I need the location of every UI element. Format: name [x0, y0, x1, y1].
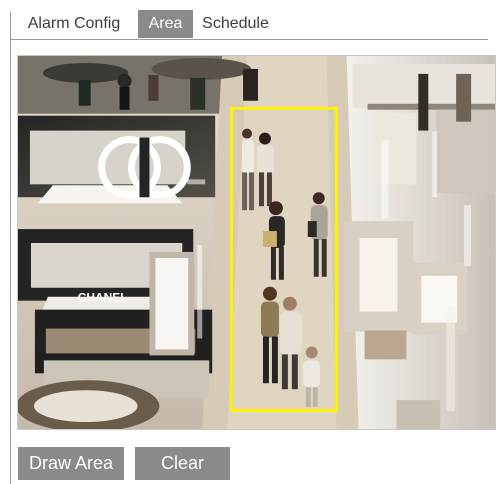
settings-tab-bar: Alarm Config Area Schedule: [10, 10, 488, 40]
area-action-buttons: Draw Area Clear: [18, 447, 230, 480]
tab-schedule[interactable]: Schedule: [193, 10, 278, 38]
camera-preview[interactable]: CHANEL: [17, 55, 496, 430]
area-settings-panel: Alarm Config Area Schedule CHANEL Draw A…: [0, 0, 498, 484]
motion-detection-area[interactable]: [230, 107, 338, 412]
clear-button[interactable]: Clear: [135, 447, 230, 480]
panel-left-border: [10, 12, 11, 484]
tab-area[interactable]: Area: [138, 10, 193, 38]
draw-area-button[interactable]: Draw Area: [18, 447, 124, 480]
chanel-sign: CHANEL: [78, 291, 128, 305]
tab-alarm-config[interactable]: Alarm Config: [10, 10, 138, 38]
